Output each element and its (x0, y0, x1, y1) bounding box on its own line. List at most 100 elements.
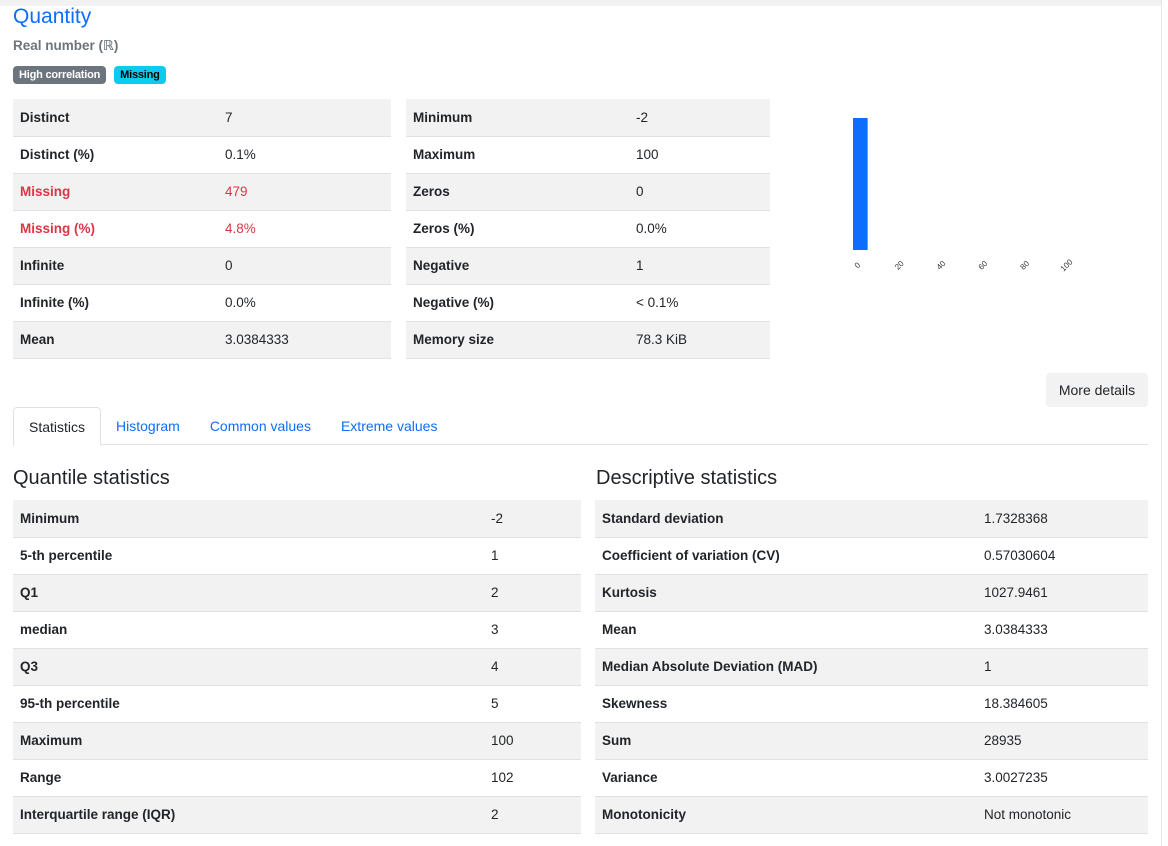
row-value: 102 (484, 759, 581, 797)
row-value: 3.0384333 (977, 611, 1148, 649)
variable-type: Real number (ℝ) (13, 38, 119, 53)
table-row: Monotonicity Not monotonic (595, 796, 1148, 834)
row-label: Distinct (%) (13, 136, 218, 174)
table-row: Memory size 78.3 KiB (406, 321, 770, 359)
row-value: 1 (629, 247, 770, 285)
tab-histogram[interactable]: Histogram (101, 407, 195, 445)
row-value: 1 (484, 537, 581, 575)
row-label: Maximum (13, 722, 484, 760)
row-label: Missing (13, 173, 218, 211)
descriptive-statistics-table: Standard deviation 1.7328368 Coefficient o… (595, 500, 1148, 834)
row-label: Variance (595, 759, 977, 797)
row-label: Maximum (406, 136, 629, 174)
x-tick-label: 0 (853, 260, 863, 270)
table-row: Distinct (%) 0.1% (13, 136, 391, 174)
row-label: 95-th percentile (13, 685, 484, 723)
x-tick-label: 60 (977, 259, 990, 272)
row-label: Zeros (%) (406, 210, 629, 248)
table-row: 95-th percentile 5 (13, 685, 581, 723)
table-row: Coefficient of variation (CV) 0.57030604 (595, 537, 1148, 575)
table-row: Missing (%) 4.8% (13, 210, 391, 248)
row-label: Distinct (13, 99, 218, 137)
row-value: 0 (218, 247, 391, 285)
table-row: Q1 2 (13, 574, 581, 612)
row-value: Not monotonic (977, 796, 1148, 834)
row-value: 4.8% (218, 210, 391, 248)
table-row: Variance 3.0027235 (595, 759, 1148, 797)
row-label: Infinite (%) (13, 284, 218, 322)
table-row: Negative 1 (406, 247, 770, 285)
table-row: Infinite 0 (13, 247, 391, 285)
row-label: Zeros (406, 173, 629, 211)
row-value: 28935 (977, 722, 1148, 760)
mini-histogram: 0 20 40 60 80 100 (853, 118, 1075, 273)
table-row: Standard deviation 1.7328368 (595, 500, 1148, 538)
row-value: 78.3 KiB (629, 321, 770, 359)
right-divider (1161, 0, 1162, 846)
table-row: Range 102 (13, 759, 581, 797)
detail-tabs: Statistics Histogram Common values Extre… (13, 407, 1148, 446)
x-tick-label: 20 (893, 259, 906, 272)
row-value: 3.0027235 (977, 759, 1148, 797)
quantile-statistics-heading: Quantile statistics (13, 467, 170, 489)
row-label: Q3 (13, 648, 484, 686)
table-row: median 3 (13, 611, 581, 649)
table-row: Minimum -2 (406, 99, 770, 137)
row-label: Skewness (595, 685, 977, 723)
table-row: Missing 479 (13, 173, 391, 211)
row-value: 479 (218, 173, 391, 211)
row-label: Negative (%) (406, 284, 629, 322)
row-value: 0.0% (218, 284, 391, 322)
row-value: -2 (484, 500, 581, 538)
row-value: 100 (629, 136, 770, 174)
row-value: 0.0% (629, 210, 770, 248)
row-label: Kurtosis (595, 574, 977, 612)
row-label: median (13, 611, 484, 649)
row-label: Standard deviation (595, 500, 977, 538)
row-value: 18.384605 (977, 685, 1148, 723)
row-label: Monotonicity (595, 796, 977, 834)
table-row: Skewness 18.384605 (595, 685, 1148, 723)
row-label: Negative (406, 247, 629, 285)
top-divider (0, 0, 1161, 6)
tab-common-values[interactable]: Common values (195, 407, 326, 445)
row-value: 5 (484, 685, 581, 723)
tab-statistics[interactable]: Statistics (13, 407, 102, 446)
table-row: Zeros (%) 0.0% (406, 210, 770, 248)
row-value: 1027.9461 (977, 574, 1148, 612)
variable-name: Quantity (13, 5, 92, 28)
row-label: Minimum (406, 99, 629, 137)
table-row: Maximum 100 (13, 722, 581, 760)
row-label: Missing (%) (13, 210, 218, 248)
row-value: 1.7328368 (977, 500, 1148, 538)
row-label: Memory size (406, 321, 629, 359)
table-row: 5-th percentile 1 (13, 537, 581, 575)
row-value: 3 (484, 611, 581, 649)
row-value: -2 (629, 99, 770, 137)
tab-extreme-values[interactable]: Extreme values (326, 407, 452, 445)
row-label: Sum (595, 722, 977, 760)
table-row: Q3 4 (13, 648, 581, 686)
table-row: Sum 28935 (595, 722, 1148, 760)
table-row: Interquartile range (IQR) 2 (13, 796, 581, 834)
table-row: Kurtosis 1027.9461 (595, 574, 1148, 612)
row-label: 5-th percentile (13, 537, 484, 575)
more-details-button[interactable]: More details (1046, 373, 1148, 407)
row-value: < 0.1% (629, 284, 770, 322)
row-value: 2 (484, 796, 581, 834)
row-value: 0.1% (218, 136, 391, 174)
row-value: 3.0384333 (218, 321, 391, 359)
row-label: Mean (13, 321, 218, 359)
x-tick-label: 80 (1018, 259, 1031, 272)
table-row: Mean 3.0384333 (595, 611, 1148, 649)
row-value: 2 (484, 574, 581, 612)
histogram-bar (853, 118, 868, 250)
table-row: Zeros 0 (406, 173, 770, 211)
x-tick-label: 40 (935, 259, 948, 272)
table-row: Negative (%) < 0.1% (406, 284, 770, 322)
overview-table-left: Distinct 7 Distinct (%) 0.1% Missing 479 Missi… (13, 99, 391, 359)
row-value: 4 (484, 648, 581, 686)
high-correlation-badge: High correlation (13, 66, 107, 84)
row-label: Minimum (13, 500, 484, 538)
row-label: Mean (595, 611, 977, 649)
